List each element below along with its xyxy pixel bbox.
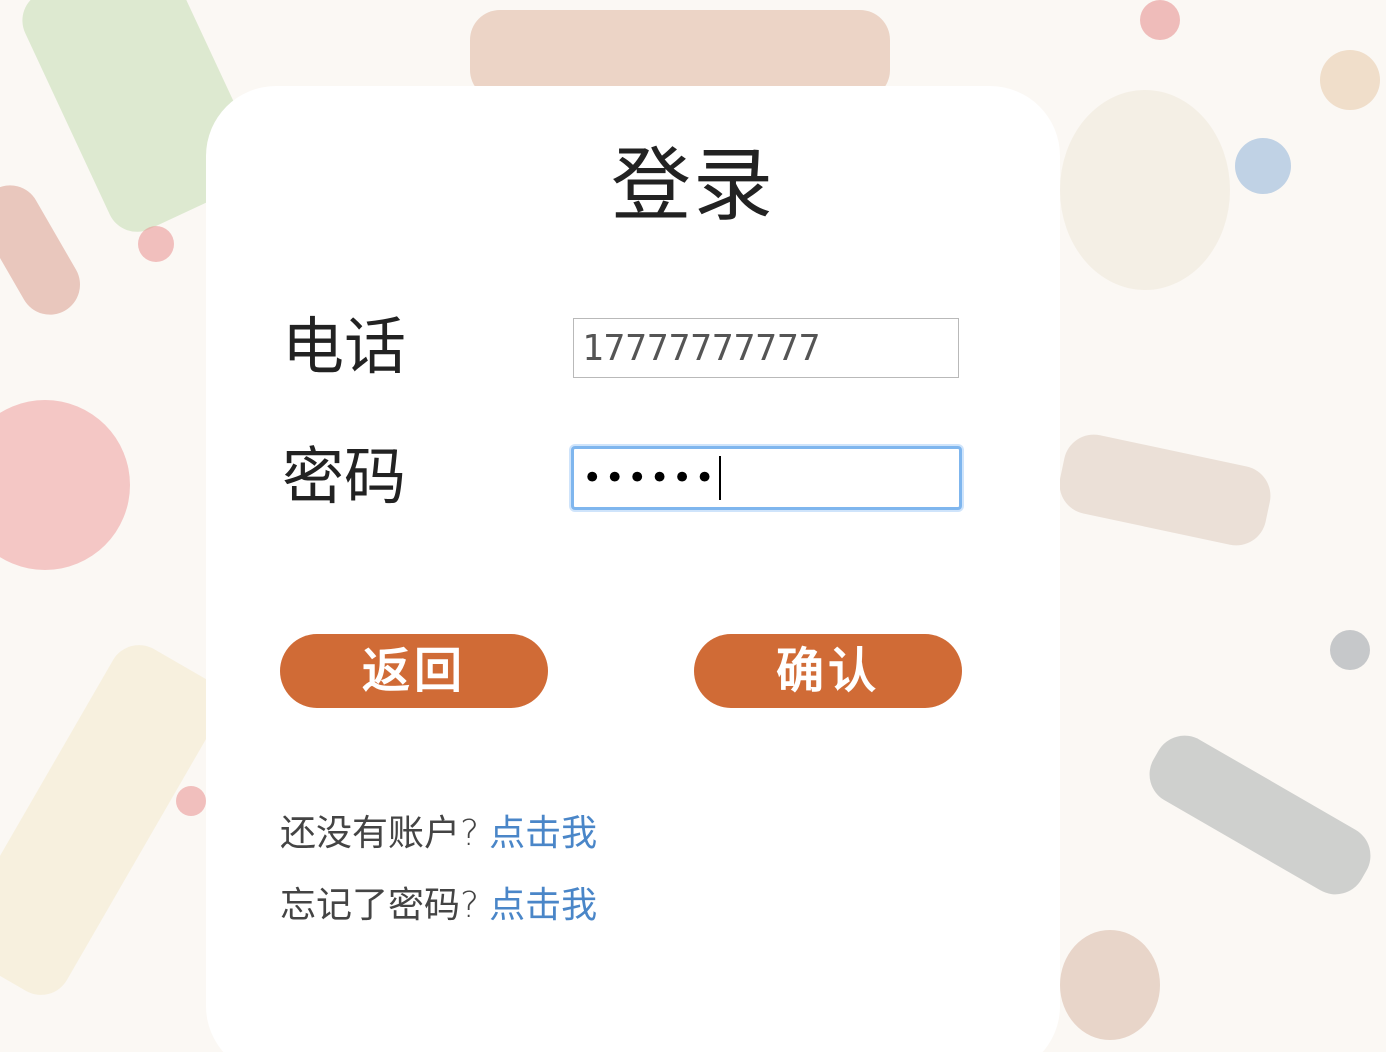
- background-spice: [1060, 930, 1160, 1040]
- background-spice: [1138, 724, 1382, 906]
- background-spice: [1140, 0, 1180, 40]
- forgot-password-line: 忘记了密码? 点击我: [280, 884, 597, 928]
- confirm-button[interactable]: 确认: [694, 634, 962, 708]
- text-caret: [718, 456, 721, 500]
- register-prompt-text: 还没有账户?: [280, 813, 480, 854]
- page-title: 登录: [611, 139, 775, 232]
- forgot-password-link[interactable]: 点击我: [489, 885, 597, 926]
- background-spice: [0, 400, 130, 570]
- phone-input[interactable]: 17777777777: [573, 318, 959, 378]
- background-spice: [0, 634, 232, 1006]
- background-spice: [1053, 429, 1277, 551]
- password-label: 密码: [282, 440, 407, 513]
- background-spice: [1320, 50, 1380, 110]
- phone-input-value: 17777777777: [582, 327, 821, 369]
- register-prompt-line: 还没有账户? 点击我: [280, 812, 597, 856]
- password-input-mask: ••••••: [582, 458, 717, 498]
- background-spice: [176, 786, 206, 816]
- forgot-prompt-text: 忘记了密码?: [280, 885, 480, 926]
- background-spice: [1330, 630, 1370, 670]
- password-input[interactable]: ••••••: [571, 446, 962, 510]
- register-link[interactable]: 点击我: [489, 813, 597, 854]
- back-button[interactable]: 返回: [280, 634, 548, 708]
- phone-label: 电话: [282, 310, 407, 383]
